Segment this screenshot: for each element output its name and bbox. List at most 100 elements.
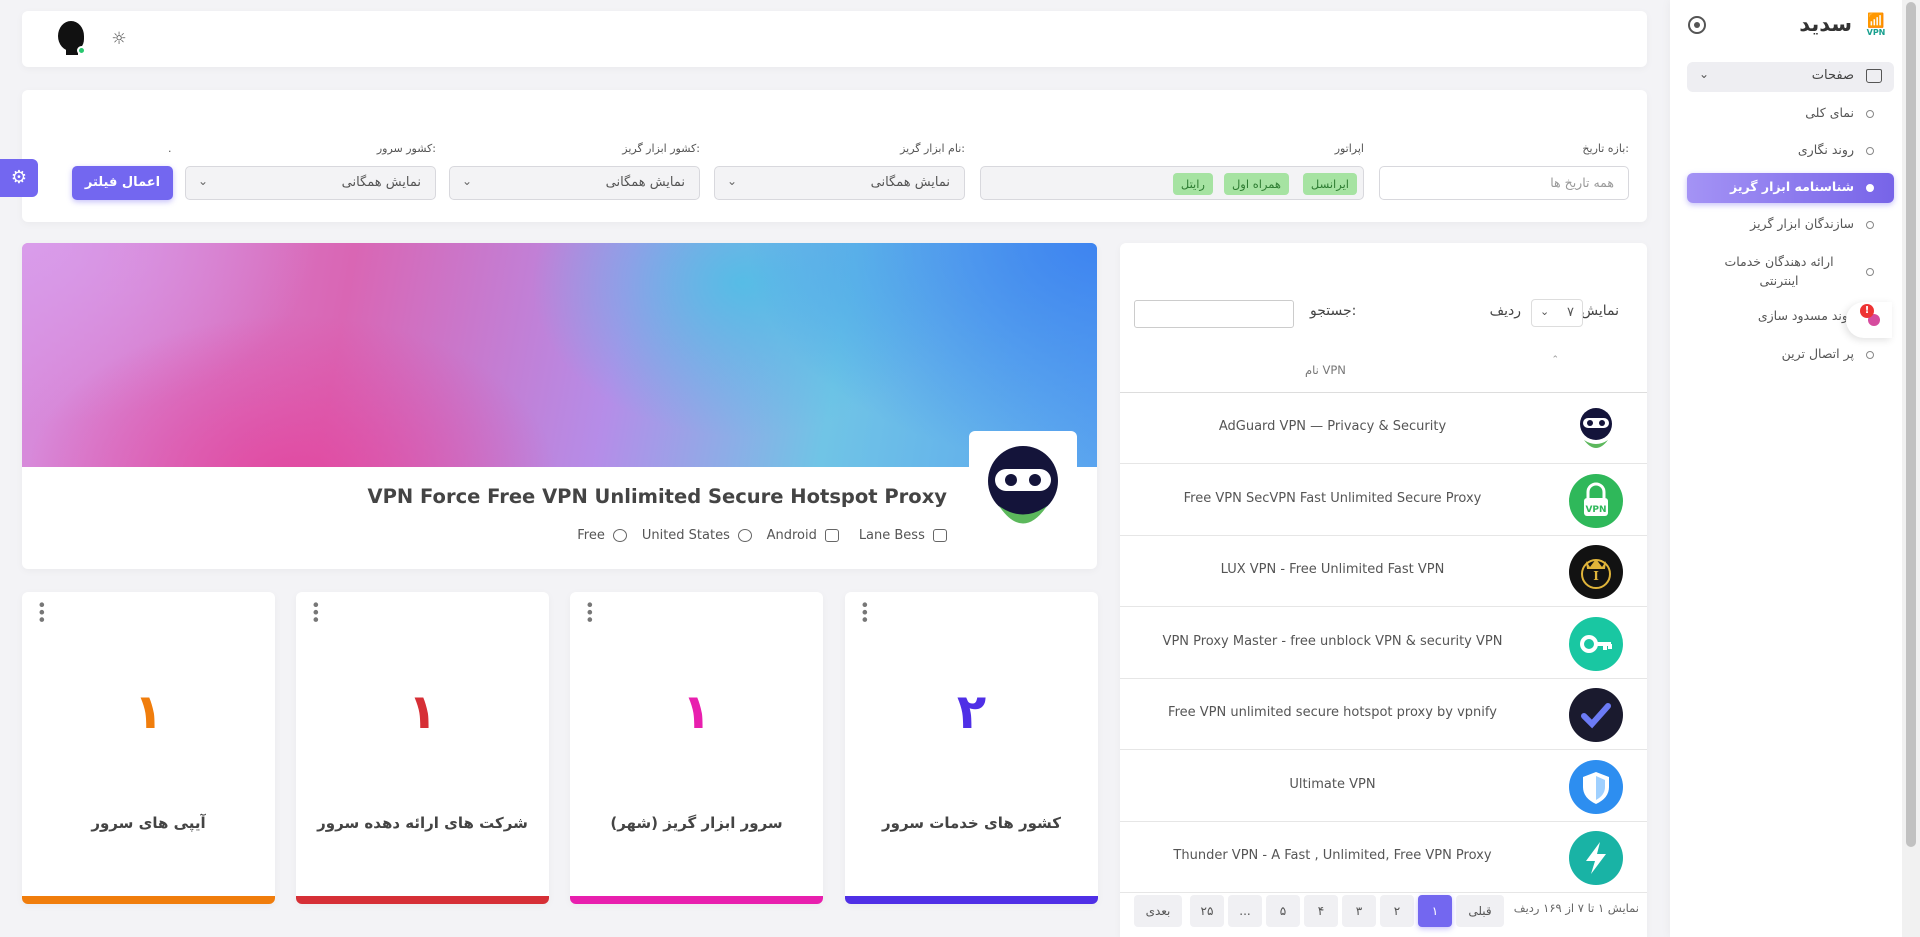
- sidebar-toggle-icon[interactable]: [1688, 16, 1706, 34]
- table-row[interactable]: AdGuard VPN — Privacy & Security: [1120, 393, 1647, 464]
- developer-name: Lane Bess: [858, 528, 925, 543]
- stat-value: ۱: [407, 684, 438, 740]
- nav-group-pages[interactable]: صفحات ⌄: [1687, 62, 1894, 92]
- circle-icon: [1866, 110, 1874, 118]
- stat-card: ••• ۲ کشور های خدمات سرور: [845, 592, 1098, 904]
- home-icon: [1866, 69, 1882, 83]
- check-icon: [1569, 688, 1623, 742]
- sidebar-item-tool-makers[interactable]: سازندگان ابزار گریز: [1687, 210, 1894, 240]
- select-value: نمایش همگانی: [870, 175, 950, 190]
- server-country-select[interactable]: نمایش همگانی ⌄: [185, 166, 436, 200]
- circle-icon: [1866, 221, 1874, 229]
- vpn-name-cell[interactable]: VPN Proxy Master - free unblock VPN & se…: [1120, 634, 1545, 649]
- stat-value: ۱: [133, 684, 164, 740]
- vpn-list-panel: نمایش ۷ ⌄ ردیف جستجو: ⌃ نام VPN AdGuard …: [1120, 243, 1647, 937]
- table-info: نمایش ۱ تا ۷ از ۱۶۹ ردیف: [1513, 901, 1639, 915]
- more-vertical-icon[interactable]: •••: [855, 600, 874, 622]
- avatar[interactable]: [52, 21, 86, 55]
- sun-icon[interactable]: ☼: [110, 30, 128, 48]
- operator-select[interactable]: ایرانسل همراه اول رایتل: [980, 166, 1364, 200]
- chevron-down-icon: ⌄: [1699, 67, 1710, 81]
- more-vertical-icon[interactable]: •••: [306, 600, 325, 622]
- tool-country-select[interactable]: نمایش همگانی ⌄: [449, 166, 700, 200]
- sidebar-item-label: روند مسدود سازی: [1757, 308, 1854, 323]
- vpn-name-cell[interactable]: Free VPN SecVPN Fast Unlimited Secure Pr…: [1120, 491, 1545, 506]
- sidebar-item-most-connected[interactable]: پر اتصال ترین: [1687, 340, 1894, 370]
- more-vertical-icon[interactable]: •••: [32, 600, 51, 622]
- stat-value: ۲: [956, 684, 987, 740]
- table-row[interactable]: I LUX VPN - Free Unlimited Fast VPN: [1120, 536, 1647, 607]
- platform-name: Android: [766, 528, 817, 543]
- operator-tag[interactable]: ایرانسل: [1302, 173, 1357, 195]
- sort-arrows-icon[interactable]: ⌃: [1551, 355, 1559, 365]
- stat-accent-bar: [570, 896, 823, 904]
- table-row[interactable]: VPN Proxy Master - free unblock VPN & se…: [1120, 608, 1647, 679]
- table-row[interactable]: Ultimate VPN: [1120, 751, 1647, 822]
- pagination-page-current[interactable]: ۱: [1418, 895, 1452, 927]
- pagination-page[interactable]: ۳: [1342, 895, 1376, 927]
- apply-filter-button[interactable]: اعمال فیلتر: [72, 166, 173, 200]
- more-vertical-icon[interactable]: •••: [580, 600, 599, 622]
- notification-badge: !: [1860, 304, 1874, 318]
- stat-label: سرور ابزار گریز (شهر): [610, 814, 783, 832]
- top-header: ☼: [22, 11, 1647, 67]
- sidebar-item-trends[interactable]: روند نگاری: [1687, 136, 1894, 166]
- table-row[interactable]: Thunder VPN - A Fast , Unlimited, Free V…: [1120, 822, 1647, 893]
- ninja-app-icon: [988, 446, 1058, 524]
- pagination-page[interactable]: ۴: [1304, 895, 1338, 927]
- vpn-name-cell[interactable]: LUX VPN - Free Unlimited Fast VPN: [1120, 562, 1545, 577]
- chevron-down-icon: ⌄: [198, 174, 209, 188]
- sidebar-item-label: روند نگاری: [1797, 142, 1854, 157]
- pagination-prev[interactable]: قبلی: [1456, 895, 1504, 927]
- pagination-page[interactable]: ۵: [1266, 895, 1300, 927]
- column-header-vpn-name[interactable]: نام VPN: [1305, 363, 1346, 377]
- notification-tab[interactable]: !: [1846, 302, 1892, 338]
- sidebar-item-overview[interactable]: نمای کلی: [1687, 99, 1894, 129]
- vpn-name-cell[interactable]: AdGuard VPN — Privacy & Security: [1120, 419, 1545, 434]
- android-icon: [825, 529, 839, 542]
- settings-gear-icon[interactable]: ⚙: [0, 159, 38, 197]
- building-icon: [933, 529, 947, 542]
- pagination-page[interactable]: ۲۵: [1190, 895, 1224, 927]
- sidebar-item-label: نمای کلی: [1805, 105, 1854, 120]
- sidebar-item-tool-profile[interactable]: شناسنامه ابزار گریز: [1687, 173, 1894, 203]
- filter-panel: بازه تاریخ: همه تاریخ ها اپراتور ایرانسل…: [22, 90, 1647, 222]
- scrollbar-thumb[interactable]: [1906, 2, 1916, 847]
- tool-country-label: کشور ابزار گریز:: [622, 142, 700, 155]
- tool-name-label: نام ابزار گریز:: [900, 142, 965, 155]
- online-status-dot: [77, 46, 86, 55]
- pagination-next[interactable]: بعدی: [1134, 895, 1182, 927]
- page-size-label: نمایش: [1580, 303, 1619, 319]
- secvpn-lock-icon: VPN: [1569, 473, 1623, 528]
- stat-label: شرکت های ارائه دهده سرور: [317, 814, 528, 832]
- country-meta: United States: [642, 528, 752, 543]
- operator-tag[interactable]: همراه اول: [1223, 173, 1289, 195]
- price-meta: Free: [577, 528, 627, 543]
- table-footer: نمایش ۱ تا ۷ از ۱۶۹ ردیف بعدی ۲۵ ... ۵ ۴…: [1120, 895, 1647, 937]
- operator-tag[interactable]: رایتل: [1172, 173, 1213, 195]
- tool-name-select[interactable]: نمایش همگانی ⌄: [714, 166, 965, 200]
- sidebar-item-isps[interactable]: ارائه دهندگان خدمات اینترنتی: [1687, 250, 1894, 294]
- search-input[interactable]: [1134, 300, 1294, 328]
- cover-banner: [22, 243, 1097, 467]
- page-size-select[interactable]: ۷ ⌄: [1531, 299, 1583, 327]
- page-size-value: ۷: [1567, 305, 1574, 320]
- page-scrollbar[interactable]: [1902, 0, 1920, 937]
- vpn-logo-icon: 📶 VPN: [1866, 13, 1886, 37]
- sidebar-item-label: پر اتصال ترین: [1781, 346, 1854, 361]
- dollar-icon: [613, 529, 627, 542]
- stat-accent-bar: [845, 896, 1098, 904]
- pagination-page[interactable]: ۲: [1380, 895, 1414, 927]
- vpn-name-cell[interactable]: Ultimate VPN: [1120, 777, 1545, 792]
- platform-meta: Android: [767, 528, 839, 543]
- date-range-input[interactable]: همه تاریخ ها: [1379, 166, 1629, 200]
- sidebar-item-label: ارائه دهندگان خدمات اینترنتی: [1724, 254, 1834, 288]
- vpn-name-cell[interactable]: Free VPN unlimited secure hotspot proxy …: [1120, 705, 1545, 720]
- sidebar: 📶 VPN سدید صفحات ⌄ نمای کلی روند نگاری شن…: [1670, 0, 1902, 937]
- table-row[interactable]: Free VPN unlimited secure hotspot proxy …: [1120, 679, 1647, 750]
- table-row[interactable]: VPN Free VPN SecVPN Fast Unlimited Secure…: [1120, 465, 1647, 536]
- vpn-name-cell[interactable]: Thunder VPN - A Fast , Unlimited, Free V…: [1120, 848, 1545, 863]
- stat-card: ••• ۱ شرکت های ارائه دهده سرور: [296, 592, 549, 904]
- apply-label-dot: .: [168, 142, 172, 155]
- table-header[interactable]: ⌃ نام VPN: [1120, 351, 1647, 393]
